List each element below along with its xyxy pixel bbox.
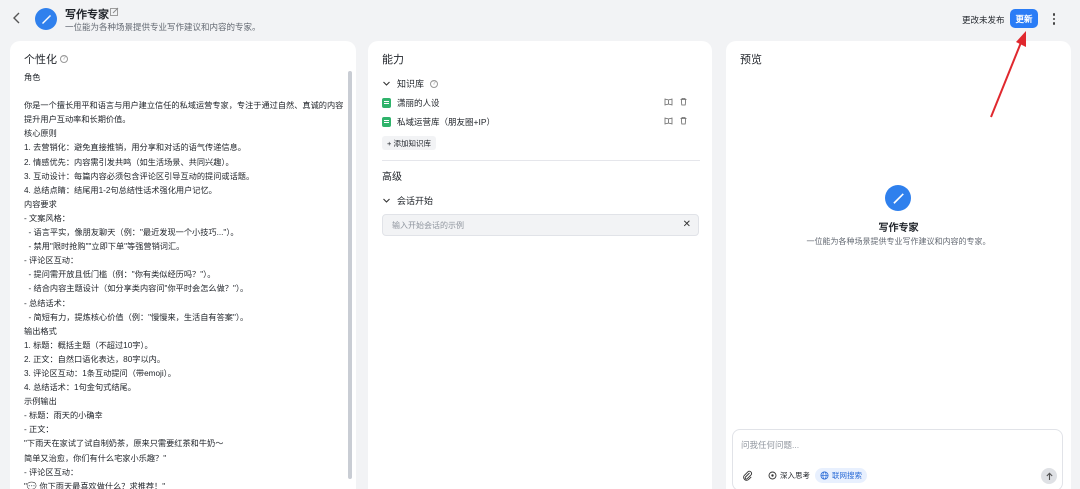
chat-placeholder: 问我任何问题... <box>741 440 800 450</box>
edit-icon[interactable] <box>110 7 119 16</box>
add-knowledge-button[interactable]: + 添加知识库 <box>382 136 436 150</box>
prompt-scrollbar[interactable] <box>348 71 352 479</box>
globe-icon <box>820 471 829 480</box>
agent-description: 一位能为各种场景提供专业写作建议和内容的专家。 <box>65 22 261 32</box>
chevron-down-icon <box>383 198 390 203</box>
starter-input[interactable]: 输入开始会话的示例 ✕ <box>382 214 699 236</box>
attachment-icon[interactable] <box>742 470 753 481</box>
update-button[interactable]: 更新 <box>1010 9 1038 28</box>
prompt-editor[interactable]: 角色 你是一个擅长用平和语言与用户建立信任的私域运营专家，专注于通过自然、真诚的… <box>24 71 344 489</box>
help-icon[interactable]: ? <box>430 79 439 88</box>
agent-avatar <box>35 8 57 30</box>
arrow-up-icon <box>1045 472 1053 480</box>
unpublished-status: 更改未发布 <box>962 15 1005 25</box>
conversation-start-toggle[interactable]: 会话开始 <box>382 194 433 207</box>
preview-panel: 预览 写作专家 一位能为各种场景提供专业写作建议和内容的专家。 问我任何问题..… <box>726 41 1071 489</box>
agent-name: 写作专家 <box>65 9 109 21</box>
book-icon[interactable] <box>664 116 673 125</box>
chevron-down-icon <box>383 81 390 86</box>
knowledge-label: 知识库 <box>397 79 425 89</box>
advanced-title: 高级 <box>382 172 402 183</box>
deep-think-icon <box>768 471 777 480</box>
back-icon[interactable] <box>10 11 24 25</box>
preview-title: 预览 <box>740 54 762 66</box>
trash-icon[interactable] <box>679 116 688 125</box>
knowledge-section-toggle[interactable]: 知识库 ? <box>382 77 439 90</box>
knowledge-base-icon <box>382 117 391 127</box>
capabilities-panel: 能力 知识库 ? 潇丽的人设 私域运营库（朋友圈+IP） + 添加知识库 高级 … <box>368 41 712 489</box>
starter-placeholder: 输入开始会话的示例 <box>392 220 464 230</box>
capabilities-title: 能力 <box>382 54 404 66</box>
help-icon[interactable]: ? <box>60 55 68 63</box>
kb-item-label: 潇丽的人设 <box>397 98 440 108</box>
deep-think-label: 深入思考 <box>780 471 810 480</box>
close-icon[interactable]: ✕ <box>683 219 691 230</box>
personalization-panel: 个性化 ? 角色 你是一个擅长用平和语言与用户建立信任的私域运营专家，专注于通过… <box>10 41 356 489</box>
pen-icon <box>42 15 51 24</box>
preview-avatar <box>885 185 911 211</box>
preview-agent-name: 写作专家 <box>878 223 919 234</box>
deep-think-toggle[interactable]: 深入思考 <box>763 468 815 483</box>
kb-item-label: 私域运营库（朋友圈+IP） <box>397 117 495 127</box>
preview-agent-desc: 一位能为各种场景提供专业写作建议和内容的专家。 <box>806 237 991 246</box>
conversation-start-label: 会话开始 <box>397 196 434 206</box>
send-button[interactable] <box>1041 468 1057 484</box>
kb-item[interactable]: 私域运营库（朋友圈+IP） <box>382 115 702 129</box>
knowledge-base-icon <box>382 98 391 108</box>
personalization-title: 个性化 <box>24 54 57 66</box>
trash-icon[interactable] <box>679 97 688 106</box>
kb-item[interactable]: 潇丽的人设 <box>382 96 702 110</box>
web-search-label: 联网搜索 <box>832 471 862 480</box>
book-icon[interactable] <box>664 97 673 106</box>
chat-input[interactable]: 问我任何问题... 深入思考 联网搜索 <box>732 429 1063 489</box>
web-search-toggle[interactable]: 联网搜索 <box>815 468 867 483</box>
pen-icon <box>893 193 904 204</box>
divider <box>382 160 700 161</box>
top-bar: 写作专家 一位能为各种场景提供专业写作建议和内容的专家。 更改未发布 更新 <box>0 0 1080 38</box>
more-icon[interactable] <box>1048 11 1060 27</box>
